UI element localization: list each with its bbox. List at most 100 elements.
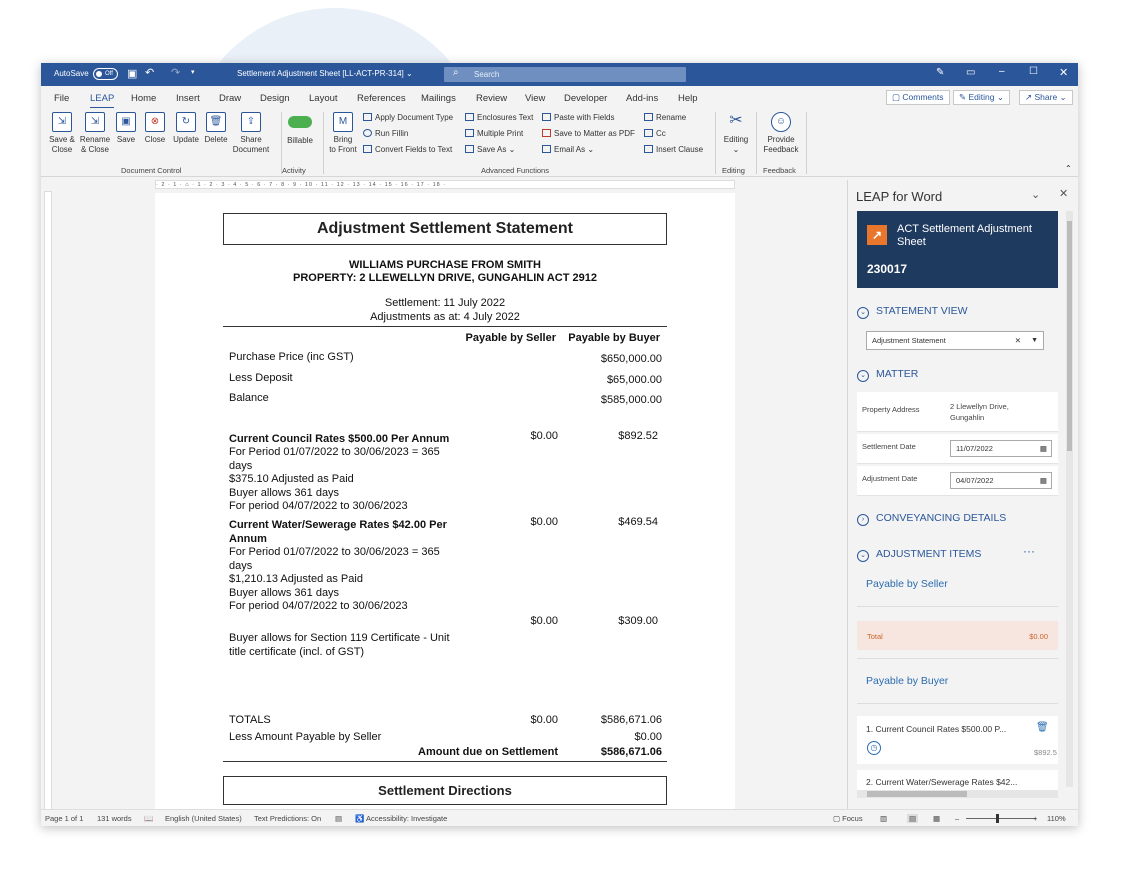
macro-icon[interactable]: ▤ bbox=[335, 814, 342, 823]
tab-home[interactable]: Home bbox=[131, 93, 156, 104]
undo-icon[interactable]: ↶ bbox=[145, 66, 154, 79]
bring-to-front-button[interactable]: M Bring to Front bbox=[326, 112, 360, 155]
enclosures-text-button[interactable]: Enclosures Text bbox=[465, 113, 533, 123]
delete-button[interactable]: 🗑 Delete bbox=[203, 112, 229, 145]
print-layout-icon[interactable]: ▤ bbox=[907, 814, 919, 823]
tab-layout[interactable]: Layout bbox=[309, 93, 338, 104]
run-fillin-button[interactable]: Run Fillin bbox=[363, 129, 408, 139]
share-button[interactable]: ↗ Share ⌄ bbox=[1019, 90, 1073, 105]
adjustment-item-card[interactable]: 2. Current Water/Sewerage Rates $42... bbox=[857, 770, 1058, 790]
editing-button[interactable]: ✂ Editing ⌄ bbox=[719, 112, 753, 155]
pane-h-scroll-thumb[interactable] bbox=[867, 791, 967, 797]
adjustment-item-card[interactable]: 1. Current Council Rates $500.00 P... 🗑 … bbox=[857, 716, 1058, 764]
language[interactable]: English (United States) bbox=[165, 814, 242, 823]
close-doc-button[interactable]: ⊗ Close bbox=[143, 112, 167, 145]
minimize-icon[interactable]: – bbox=[999, 66, 1005, 77]
editing-mode-button[interactable]: ✎ Editing ⌄ bbox=[953, 90, 1010, 105]
tab-addins[interactable]: Add-ins bbox=[626, 93, 658, 104]
pane-scrollbar[interactable] bbox=[1066, 211, 1073, 787]
word-count[interactable]: 131 words bbox=[97, 814, 132, 823]
matter-section[interactable]: ⌄ MATTER bbox=[857, 368, 918, 382]
page-count[interactable]: Page 1 of 1 bbox=[45, 814, 83, 823]
settlement-date: Settlement: 11 July 2022 bbox=[384, 297, 506, 309]
multiple-print-button[interactable]: Multiple Print bbox=[465, 129, 523, 139]
tab-references[interactable]: References bbox=[357, 93, 406, 104]
cc-label: Cc bbox=[656, 129, 666, 138]
accessibility-status[interactable]: ♿ Accessibility: Investigate bbox=[355, 814, 447, 823]
proofing-icon[interactable]: 📖 bbox=[144, 814, 153, 823]
calendar-icon[interactable]: ▦ bbox=[1040, 473, 1047, 488]
share-document-button[interactable]: ⇪ Share Document bbox=[231, 112, 271, 155]
pane-close-icon[interactable]: ✕ bbox=[1059, 187, 1068, 200]
redo-icon[interactable]: ↷ bbox=[171, 66, 180, 79]
tab-insert[interactable]: Insert bbox=[176, 93, 200, 104]
email-as-button[interactable]: Email As ⌄ bbox=[542, 145, 594, 155]
pane-h-scrollbar[interactable] bbox=[857, 790, 1058, 798]
tab-file[interactable]: File bbox=[54, 93, 69, 104]
tab-leap[interactable]: LEAP bbox=[90, 93, 115, 109]
cc-button[interactable]: Cc bbox=[644, 129, 666, 139]
more-options-icon[interactable]: ··· bbox=[1023, 544, 1035, 558]
update-icon: ↻ bbox=[176, 112, 196, 132]
tab-mailings[interactable]: Mailings bbox=[421, 93, 456, 104]
zoom-slider-thumb[interactable] bbox=[996, 814, 999, 823]
save-doc-button[interactable]: ▣ Save bbox=[115, 112, 137, 145]
adjustment-items-section[interactable]: ⌄ ADJUSTMENT ITEMS bbox=[857, 548, 981, 562]
text-predictions[interactable]: Text Predictions: On bbox=[254, 814, 321, 823]
update-button[interactable]: ↻ Update bbox=[171, 112, 201, 145]
document-page[interactable]: Adjustment Settlement Statement WILLIAMS… bbox=[155, 193, 735, 810]
clear-select-icon[interactable]: ✕ bbox=[1015, 332, 1021, 349]
insert-clause-button[interactable]: Insert Clause bbox=[644, 145, 703, 155]
zoom-slider[interactable] bbox=[966, 818, 1036, 819]
convert-fields-button[interactable]: Convert Fields to Text bbox=[363, 145, 452, 155]
apply-document-type-button[interactable]: Apply Document Type bbox=[363, 113, 453, 123]
settlement-date-input[interactable]: 11/07/2022 ▦ bbox=[950, 440, 1052, 457]
tab-design[interactable]: Design bbox=[260, 93, 290, 104]
pane-options-icon[interactable]: ⌄ bbox=[1031, 188, 1040, 201]
vertical-ruler[interactable] bbox=[44, 191, 52, 811]
web-layout-icon[interactable]: ▦ bbox=[933, 814, 940, 823]
customize-qat-icon[interactable]: ▾ bbox=[191, 68, 195, 76]
less-seller-buyer: $0.00 bbox=[634, 731, 662, 743]
read-mode-icon[interactable]: ▥ bbox=[880, 814, 887, 823]
calendar-icon[interactable]: ▦ bbox=[1040, 441, 1047, 456]
save-close-button[interactable]: ⇲ Save & Close bbox=[47, 112, 77, 155]
provide-feedback-button[interactable]: ☺ Provide Feedback bbox=[760, 112, 802, 155]
save-to-matter-pdf-button[interactable]: Save to Matter as PDF bbox=[542, 129, 635, 139]
horizontal-ruler[interactable]: · 2 · 1 · ⌂ · 1 · 2 · 3 · 4 · 5 · 6 · 7 … bbox=[155, 180, 735, 189]
zoom-level[interactable]: 110% bbox=[1047, 814, 1066, 823]
tab-developer[interactable]: Developer bbox=[564, 93, 607, 104]
council-rates-heading: Current Council Rates $500.00 Per Annum bbox=[229, 433, 450, 445]
tab-view[interactable]: View bbox=[525, 93, 545, 104]
adjustment-date-input[interactable]: 04/07/2022 ▦ bbox=[950, 472, 1052, 489]
rename-close-button[interactable]: ⇲ Rename & Close bbox=[79, 112, 111, 155]
pen-icon[interactable]: ✎ bbox=[936, 67, 944, 78]
document-title[interactable]: Settlement Adjustment Sheet [LL-ACT-PR-3… bbox=[237, 69, 413, 78]
tab-review[interactable]: Review bbox=[476, 93, 507, 104]
focus-button[interactable]: ▢ Focus bbox=[833, 814, 863, 823]
autosave-toggle[interactable]: Off bbox=[93, 68, 118, 80]
ribbon-display-icon[interactable]: ▭ bbox=[966, 67, 975, 78]
pane-scroll-thumb[interactable] bbox=[1067, 221, 1072, 451]
close-doc-icon: ⊗ bbox=[145, 112, 165, 132]
zoom-in-icon[interactable]: + bbox=[1033, 814, 1037, 823]
adjustment-date-field: Adjustment Date 04/07/2022 ▦ bbox=[857, 466, 1058, 496]
search-input[interactable]: Search bbox=[444, 67, 686, 82]
billable-toggle[interactable]: Billable bbox=[285, 114, 315, 146]
trash-icon[interactable]: 🗑 bbox=[1036, 722, 1049, 733]
collapse-ribbon-icon[interactable]: ⌃ bbox=[1065, 164, 1072, 173]
zoom-out-icon[interactable]: – bbox=[955, 814, 959, 823]
rename-button[interactable]: Rename bbox=[644, 113, 686, 123]
comments-button[interactable]: ▢ Comments bbox=[886, 90, 950, 105]
save-icon[interactable]: ▣ bbox=[127, 67, 137, 80]
tab-draw[interactable]: Draw bbox=[219, 93, 241, 104]
statement-view-select[interactable]: Adjustment Statement ✕ ▼ bbox=[866, 331, 1044, 350]
close-window-icon[interactable]: ✕ bbox=[1059, 66, 1068, 79]
dropdown-arrow-icon[interactable]: ▼ bbox=[1031, 332, 1038, 349]
save-as-button[interactable]: Save As ⌄ bbox=[465, 145, 515, 155]
paste-with-fields-button[interactable]: Paste with Fields bbox=[542, 113, 614, 123]
conveyancing-section[interactable]: › CONVEYANCING DETAILS bbox=[857, 512, 1006, 526]
tab-help[interactable]: Help bbox=[678, 93, 698, 104]
statement-view-section[interactable]: ⌄ STATEMENT VIEW bbox=[857, 305, 968, 319]
maximize-icon[interactable]: ☐ bbox=[1029, 66, 1038, 77]
